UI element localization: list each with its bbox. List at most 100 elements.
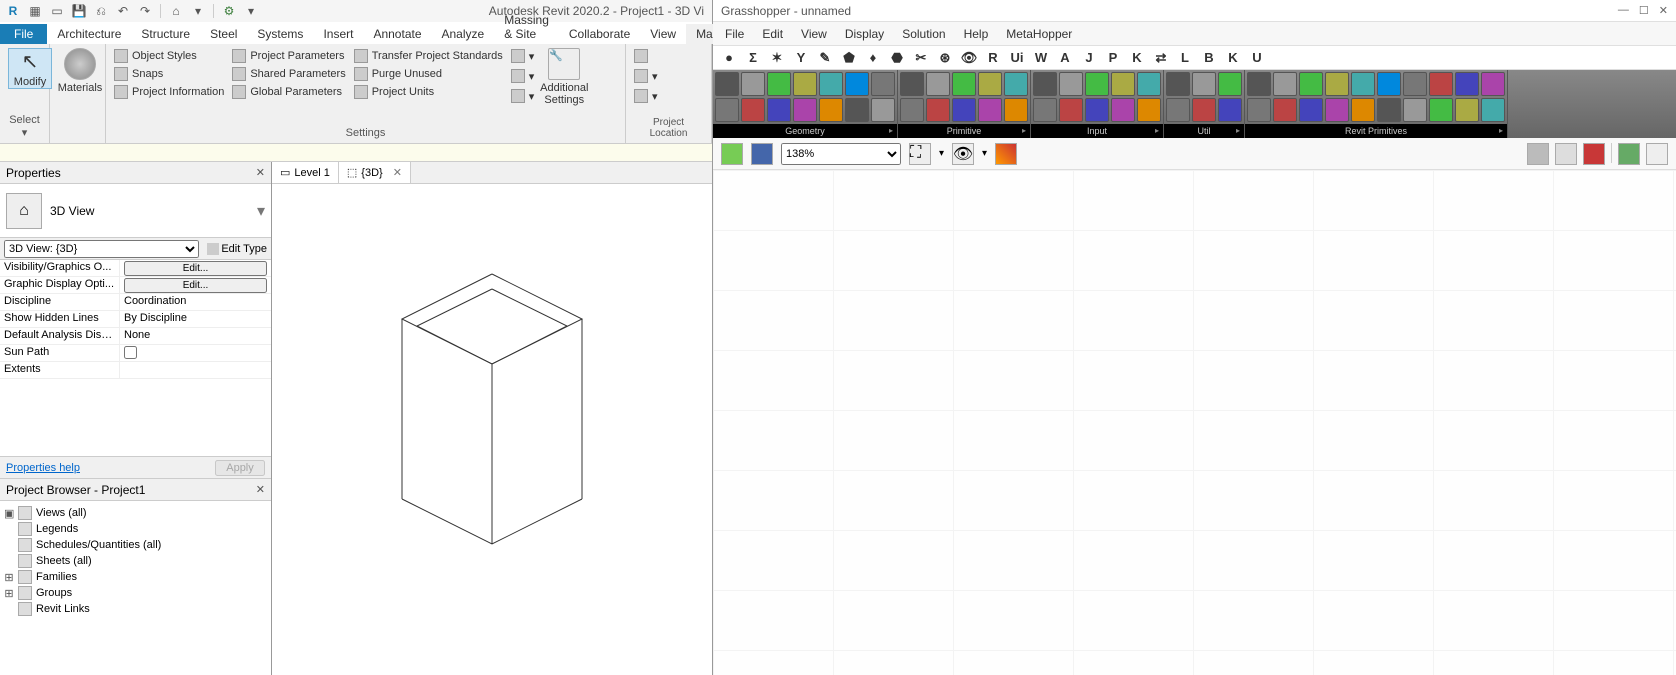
location-button[interactable] (634, 48, 648, 64)
component-button[interactable] (1403, 72, 1427, 96)
component-button[interactable] (767, 98, 791, 122)
component-button[interactable] (1085, 72, 1109, 96)
tab-steel[interactable]: Steel (200, 24, 247, 44)
component-button[interactable] (978, 98, 1002, 122)
preview-icon[interactable]: 👁 (952, 143, 974, 165)
shortcut-icon[interactable]: ⬟ (841, 50, 857, 66)
close-icon[interactable]: ✕ (1659, 4, 1668, 17)
tab-structure[interactable]: Structure (131, 24, 200, 44)
component-button[interactable] (793, 72, 817, 96)
component-button[interactable] (1137, 72, 1161, 96)
component-button[interactable] (1059, 98, 1083, 122)
maximize-icon[interactable]: ☐ (1639, 4, 1649, 17)
tree-item[interactable]: ⊞Families (4, 569, 267, 585)
shortcut-icon[interactable]: ● (721, 50, 737, 66)
script-icon[interactable]: ⚙ (220, 2, 238, 20)
view-tab-3d[interactable]: ⬚ {3D} ✕ (339, 162, 411, 183)
component-button[interactable] (1137, 98, 1161, 122)
component-button[interactable] (793, 98, 817, 122)
shortcut-icon[interactable]: ✎ (817, 50, 833, 66)
component-button[interactable] (1377, 72, 1401, 96)
materials-button[interactable]: Materials (58, 48, 102, 94)
save-icon[interactable]: 💾 (70, 2, 88, 20)
component-button[interactable] (900, 72, 924, 96)
redo-icon[interactable]: ↷ (136, 2, 154, 20)
component-button[interactable] (1351, 72, 1375, 96)
tab-collaborate[interactable]: Collaborate (559, 24, 640, 44)
component-button[interactable] (741, 72, 765, 96)
gh-canvas[interactable] (713, 170, 1676, 675)
tree-item[interactable]: Legends (4, 521, 267, 537)
prop-row[interactable]: Graphic Display Opti...Edit... (0, 277, 271, 294)
tab-architecture[interactable]: Architecture (47, 24, 131, 44)
wireframe-icon[interactable] (1555, 143, 1577, 165)
component-button[interactable] (926, 72, 950, 96)
shaded-icon[interactable] (1527, 143, 1549, 165)
component-button[interactable] (1299, 72, 1323, 96)
expand-icon[interactable]: ⊞ (4, 571, 14, 584)
shortcut-icon[interactable]: ✂ (913, 50, 929, 66)
component-button[interactable] (1351, 98, 1375, 122)
additional-settings-button[interactable]: 🔧 Additional Settings (542, 48, 586, 125)
shortcut-icon[interactable]: B (1201, 50, 1217, 66)
tab-annotate[interactable]: Annotate (363, 24, 431, 44)
prop-value[interactable]: Edit... (120, 277, 271, 293)
modify-button[interactable]: ↖ Modify (8, 48, 52, 89)
component-button[interactable] (1004, 72, 1028, 96)
component-button[interactable] (1166, 72, 1190, 96)
group-label[interactable]: Revit Primitives (1245, 124, 1507, 138)
shortcut-icon[interactable]: K (1225, 50, 1241, 66)
shortcut-icon[interactable]: ⇄ (1153, 50, 1169, 66)
component-button[interactable] (1033, 98, 1057, 122)
component-button[interactable] (952, 72, 976, 96)
prop-row[interactable]: Visibility/Graphics O...Edit... (0, 260, 271, 277)
prop-value[interactable]: Coordination (120, 294, 271, 310)
menu-help[interactable]: Help (964, 27, 989, 41)
component-button[interactable] (1247, 98, 1271, 122)
qat-btn[interactable]: ▦ (26, 2, 44, 20)
component-button[interactable] (1377, 98, 1401, 122)
properties-help-link[interactable]: Properties help (6, 462, 80, 474)
position-button[interactable]: ▾ (634, 88, 658, 104)
minimize-icon[interactable]: — (1618, 4, 1629, 17)
shortcut-icon[interactable]: Ui (1009, 50, 1025, 66)
component-button[interactable] (1247, 72, 1271, 96)
component-button[interactable] (1273, 72, 1297, 96)
prop-value[interactable] (120, 345, 271, 361)
component-button[interactable] (1481, 98, 1505, 122)
tree-item[interactable]: Schedules/Quantities (all) (4, 537, 267, 553)
prop-row[interactable]: Show Hidden LinesBy Discipline (0, 311, 271, 328)
close-icon[interactable]: ✕ (256, 483, 265, 496)
tab-massing[interactable]: Massing & Site (494, 10, 559, 44)
dropdown-icon[interactable]: ▾ (189, 2, 207, 20)
tab-analyze[interactable]: Analyze (432, 24, 495, 44)
expand-icon[interactable]: ▣ (4, 507, 14, 520)
no-preview-icon[interactable] (1583, 143, 1605, 165)
more-icon[interactable] (1646, 143, 1668, 165)
shortcut-icon[interactable]: ♦ (865, 50, 881, 66)
sketch-icon[interactable] (995, 143, 1017, 165)
prop-row[interactable]: DisciplineCoordination (0, 294, 271, 311)
global-params-button[interactable]: Global Parameters (232, 84, 345, 100)
menu-file[interactable]: File (725, 27, 744, 41)
component-button[interactable] (1059, 72, 1083, 96)
component-button[interactable] (1192, 72, 1216, 96)
component-button[interactable] (1455, 72, 1479, 96)
gumball-icon[interactable] (1618, 143, 1640, 165)
shortcut-icon[interactable]: 👁 (961, 50, 977, 66)
dropdown-icon[interactable]: ▾ (257, 201, 265, 221)
component-button[interactable] (1455, 98, 1479, 122)
close-icon[interactable]: ✕ (256, 166, 265, 179)
dropdown-icon[interactable]: ▾ (982, 148, 987, 159)
tab-systems[interactable]: Systems (247, 24, 313, 44)
prop-value[interactable]: Edit... (120, 260, 271, 276)
component-button[interactable] (1325, 98, 1349, 122)
component-button[interactable] (819, 98, 843, 122)
properties-header[interactable]: ⌂ 3D View ▾ (0, 184, 271, 238)
tab-insert[interactable]: Insert (313, 24, 363, 44)
shortcut-icon[interactable]: W (1033, 50, 1049, 66)
menu-metahopper[interactable]: MetaHopper (1006, 27, 1072, 41)
prop-row[interactable]: Sun Path (0, 345, 271, 362)
component-button[interactable] (900, 98, 924, 122)
mini-button[interactable]: ▾ (511, 48, 535, 64)
